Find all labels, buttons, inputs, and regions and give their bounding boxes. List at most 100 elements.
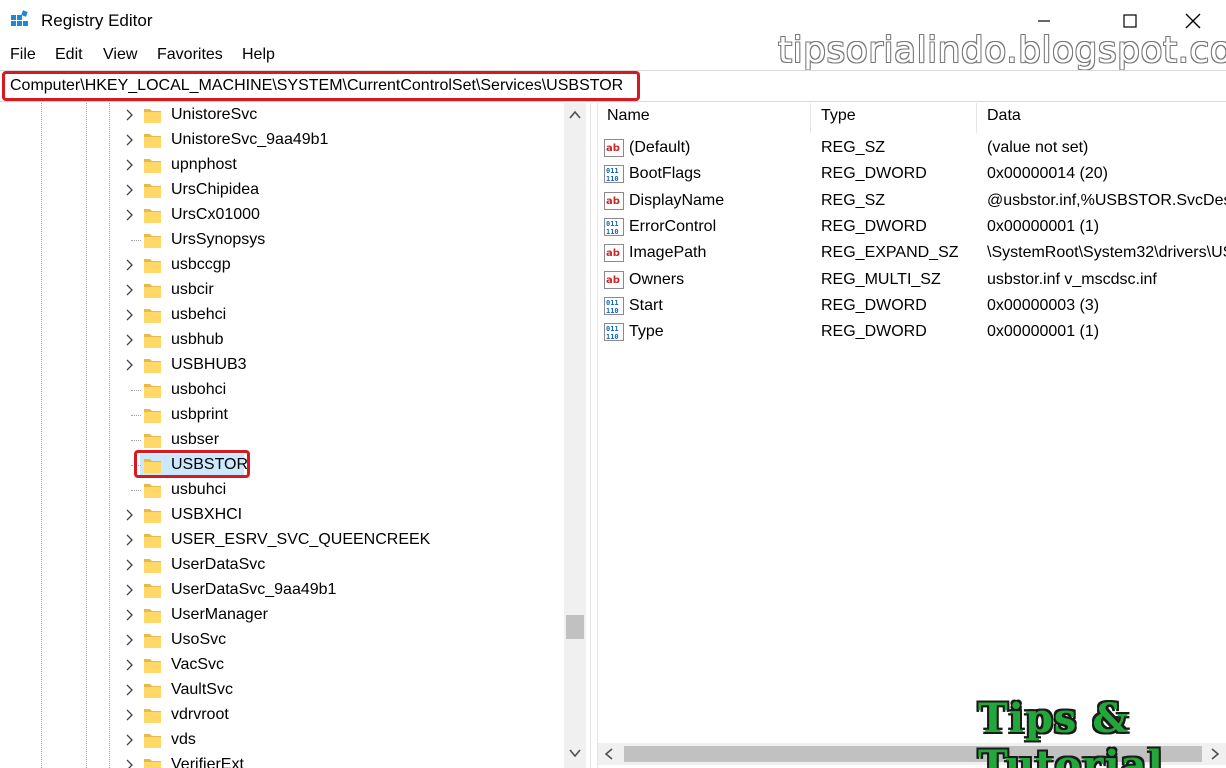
- tree-item[interactable]: UnistoreSvc_9aa49b1: [0, 128, 560, 153]
- column-separator[interactable]: [810, 103, 811, 133]
- chevron-right-icon[interactable]: [124, 309, 134, 321]
- value-type: REG_DWORD: [821, 296, 927, 314]
- tree-connector: [131, 490, 141, 491]
- tree-item-label: USBXHCI: [171, 506, 243, 523]
- chevron-right-icon[interactable]: [124, 209, 134, 221]
- column-header-data[interactable]: Data: [987, 107, 1021, 133]
- column-header-name[interactable]: Name: [607, 107, 650, 133]
- tree-item-label: vds: [171, 731, 196, 748]
- value-row[interactable]: ab ImagePath REG_EXPAND_SZ \SystemRoot\Syst…: [598, 241, 1226, 267]
- tree-item[interactable]: vds: [0, 728, 560, 753]
- tree-item-label: usbser: [171, 431, 220, 448]
- tree-item[interactable]: usbohci: [0, 378, 560, 403]
- tree-item[interactable]: usbser: [0, 428, 560, 453]
- tree-item[interactable]: USER_ESRV_SVC_QUEENCREEK: [0, 528, 560, 553]
- tree-vertical-scrollbar[interactable]: [564, 103, 586, 768]
- value-row[interactable]: 011 110 ErrorControl REG_DWORD 0x00000001 (1…: [598, 215, 1226, 241]
- chevron-right-icon[interactable]: [124, 534, 134, 546]
- menu-edit[interactable]: Edit: [55, 46, 83, 64]
- tree-item[interactable]: vdrvroot: [0, 703, 560, 728]
- tree-item-label: USER_ESRV_SVC_QUEENCREEK: [171, 531, 431, 548]
- menu-favorites[interactable]: Favorites: [157, 46, 223, 64]
- key-tree-pane[interactable]: UnistoreSvc UnistoreSvc_9aa49b1 upnphost Ur…: [0, 103, 590, 768]
- chevron-right-icon[interactable]: [124, 759, 134, 768]
- tree-item[interactable]: usbccgp: [0, 253, 560, 278]
- tree-scroll-thumb[interactable]: [566, 615, 584, 639]
- chevron-right-icon[interactable]: [124, 684, 134, 696]
- svg-text:011: 011: [606, 220, 619, 228]
- menu-help[interactable]: Help: [242, 46, 275, 64]
- chevron-right-icon[interactable]: [124, 259, 134, 271]
- scroll-left-icon[interactable]: [602, 747, 616, 761]
- chevron-right-icon[interactable]: [124, 134, 134, 146]
- value-row[interactable]: 011 110 Type REG_DWORD 0x00000001 (1): [598, 320, 1226, 346]
- chevron-right-icon[interactable]: [124, 734, 134, 746]
- folder-icon: [144, 309, 161, 323]
- value-row[interactable]: 011 110 Start REG_DWORD 0x00000003 (3): [598, 294, 1226, 320]
- folder-icon: [144, 659, 161, 673]
- string-value-icon: ab: [604, 139, 624, 157]
- svg-text:110: 110: [606, 307, 619, 315]
- tree-item[interactable]: upnphost: [0, 153, 560, 178]
- scroll-up-icon[interactable]: [568, 108, 582, 122]
- menu-file[interactable]: File: [10, 46, 36, 64]
- chevron-right-icon[interactable]: [124, 109, 134, 121]
- value-type: REG_DWORD: [821, 165, 927, 183]
- tree-item[interactable]: UrsCx01000: [0, 203, 560, 228]
- tree-item-label: UserManager: [171, 606, 268, 623]
- chevron-right-icon[interactable]: [124, 584, 134, 596]
- chevron-right-icon[interactable]: [124, 709, 134, 721]
- value-row[interactable]: ab DisplayName REG_SZ @usbstor.inf,%USBSTOR…: [598, 189, 1226, 215]
- tree-item[interactable]: usbcir: [0, 278, 560, 303]
- value-row[interactable]: ab (Default) REG_SZ (value not set): [598, 136, 1226, 162]
- value-data: 0x00000001 (1): [987, 323, 1100, 341]
- binary-value-icon: 011110: [604, 217, 624, 236]
- tree-item[interactable]: UserManager: [0, 603, 560, 628]
- tree-item[interactable]: USBSTOR: [0, 453, 560, 478]
- address-bar[interactable]: Computer\HKEY_LOCAL_MACHINE\SYSTEM\Curre…: [0, 70, 1226, 102]
- chevron-right-icon[interactable]: [124, 334, 134, 346]
- tree-item-label: usbprint: [171, 406, 228, 423]
- value-row[interactable]: 011 110 BootFlags REG_DWORD 0x00000014 (20): [598, 162, 1226, 188]
- tree-item[interactable]: UserDataSvc_9aa49b1: [0, 578, 560, 603]
- tree-item[interactable]: usbuhci: [0, 478, 560, 503]
- tree-item[interactable]: UserDataSvc: [0, 553, 560, 578]
- chevron-right-icon[interactable]: [124, 284, 134, 296]
- tree-item[interactable]: usbhub: [0, 328, 560, 353]
- values-list-pane[interactable]: Name Type Data ab (Default) REG_SZ (value n…: [598, 103, 1226, 768]
- tree-item[interactable]: UsoSvc: [0, 628, 560, 653]
- tree-item[interactable]: USBHUB3: [0, 353, 560, 378]
- value-data: usbstor.inf v_mscdsc.inf: [987, 270, 1157, 288]
- tree-item[interactable]: UrsChipidea: [0, 178, 560, 203]
- value-name: BootFlags: [629, 165, 702, 183]
- value-row[interactable]: ab Owners REG_MULTI_SZ usbstor.inf v_mscdsc…: [598, 268, 1226, 294]
- tree-item[interactable]: UnistoreSvc: [0, 103, 560, 128]
- column-separator[interactable]: [976, 103, 977, 133]
- scroll-down-icon[interactable]: [568, 746, 582, 760]
- chevron-right-icon[interactable]: [124, 659, 134, 671]
- chevron-right-icon[interactable]: [124, 359, 134, 371]
- selected-key-highlight-box: [134, 450, 250, 478]
- folder-icon: [144, 584, 161, 598]
- tree-item[interactable]: VerifierExt: [0, 753, 560, 768]
- column-header-type[interactable]: Type: [821, 107, 856, 133]
- watermark-site: tipsorialindo.blogspot.com: [778, 30, 1226, 71]
- tree-item-label: upnphost: [171, 156, 237, 173]
- pane-splitter[interactable]: [590, 103, 598, 768]
- chevron-right-icon[interactable]: [124, 559, 134, 571]
- folder-icon: [144, 259, 161, 273]
- menu-view[interactable]: View: [103, 46, 137, 64]
- chevron-right-icon[interactable]: [124, 634, 134, 646]
- folder-icon: [144, 159, 161, 173]
- tree-item[interactable]: UrsSynopsys: [0, 228, 560, 253]
- value-data: (value not set): [987, 139, 1089, 156]
- chevron-right-icon[interactable]: [124, 509, 134, 521]
- tree-item[interactable]: VacSvc: [0, 653, 560, 678]
- chevron-right-icon[interactable]: [124, 159, 134, 171]
- tree-item[interactable]: USBXHCI: [0, 503, 560, 528]
- chevron-right-icon[interactable]: [124, 609, 134, 621]
- tree-item[interactable]: usbprint: [0, 403, 560, 428]
- chevron-right-icon[interactable]: [124, 184, 134, 196]
- tree-item[interactable]: usbehci: [0, 303, 560, 328]
- tree-item[interactable]: VaultSvc: [0, 678, 560, 703]
